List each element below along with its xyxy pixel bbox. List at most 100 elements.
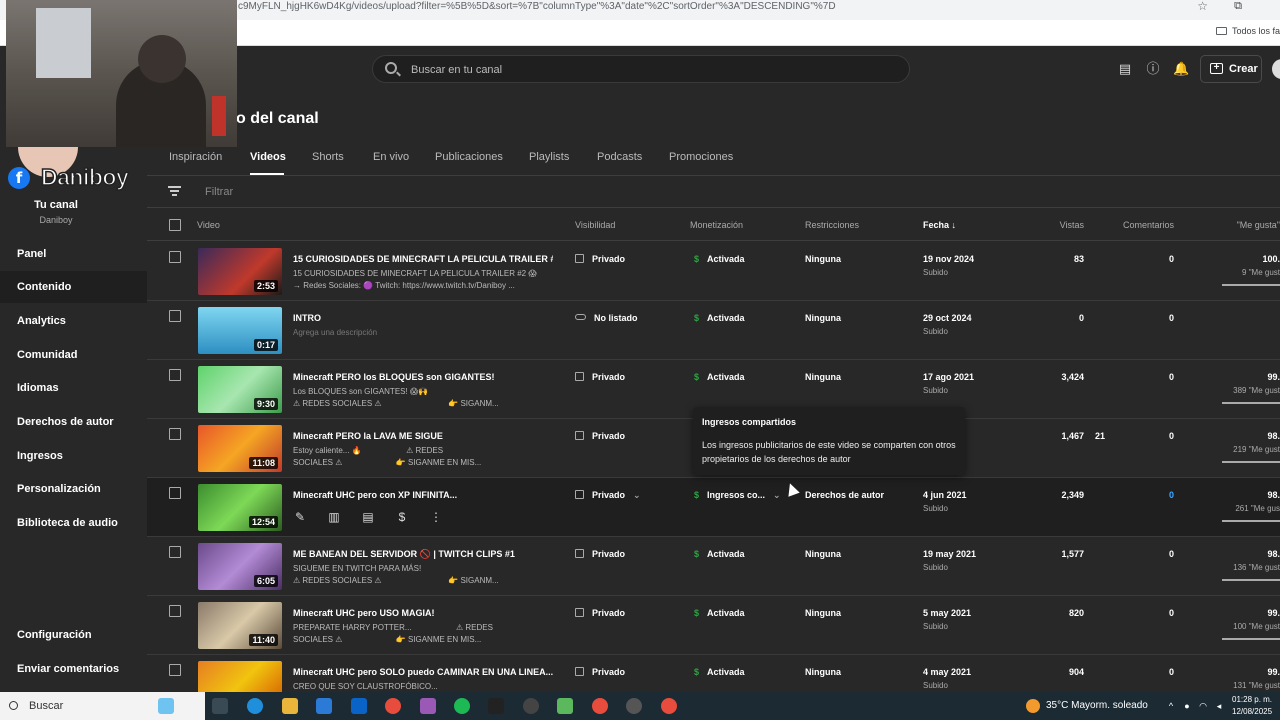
help-icon[interactable]: ⓘ bbox=[1145, 61, 1161, 77]
tab-playlists[interactable]: Playlists bbox=[529, 151, 569, 163]
chevron-down-icon[interactable]: ⌄ bbox=[773, 490, 781, 500]
col-views[interactable]: Vistas bbox=[1027, 220, 1084, 230]
widget-icon[interactable] bbox=[158, 698, 174, 714]
monetization-cell[interactable]: $ Ingresos co... ⌄ bbox=[694, 490, 781, 501]
minecraft-icon[interactable] bbox=[557, 698, 573, 714]
video-thumbnail[interactable]: 12:54 bbox=[198, 484, 282, 531]
monetization-cell[interactable]: $ Activada bbox=[694, 372, 745, 382]
sidebar-item-settings[interactable]: Configuración bbox=[0, 619, 147, 651]
tab-promotions[interactable]: Promociones bbox=[669, 151, 733, 163]
visibility-cell[interactable]: Privado bbox=[575, 608, 625, 618]
edit-pencil-icon[interactable]: ✎ bbox=[293, 510, 307, 524]
sidebar-item-earn[interactable]: Ingresos bbox=[0, 440, 147, 472]
visibility-cell[interactable]: Privado bbox=[575, 667, 625, 677]
video-title[interactable]: Minecraft PERO la LAVA ME SIGUE bbox=[293, 431, 553, 441]
video-thumbnail[interactable]: 9:30 bbox=[198, 366, 282, 413]
row-checkbox[interactable] bbox=[169, 664, 181, 676]
monetization-cell[interactable]: $ Activada bbox=[694, 667, 745, 677]
tab-podcasts[interactable]: Podcasts bbox=[597, 151, 642, 163]
row-checkbox[interactable] bbox=[169, 605, 181, 617]
monetization-icon[interactable]: $ bbox=[395, 510, 409, 524]
visibility-cell[interactable]: No listado bbox=[575, 313, 638, 323]
table-row[interactable]: 11:40 Minecraft UHC pero USO MAGIA! PREP… bbox=[147, 596, 1280, 655]
col-likes[interactable]: "Me gusta" bbox=[1207, 220, 1280, 230]
microphone-icon[interactable]: ● bbox=[1182, 701, 1192, 711]
video-thumbnail[interactable]: 0:17 bbox=[198, 307, 282, 354]
search-input[interactable] bbox=[411, 61, 891, 78]
video-title[interactable]: Minecraft UHC pero USO MAGIA! bbox=[293, 608, 553, 618]
row-checkbox[interactable] bbox=[169, 428, 181, 440]
monetization-cell[interactable]: $ Activada bbox=[694, 608, 745, 618]
sidebar-item-analytics[interactable]: Analytics bbox=[0, 305, 147, 337]
sidebar-item-copyright[interactable]: Derechos de autor bbox=[0, 406, 147, 438]
extensions-icon[interactable]: ⧉ bbox=[1234, 0, 1242, 13]
channel-banner-logo[interactable]: f Daniboy bbox=[8, 147, 143, 192]
settings-gear-icon[interactable] bbox=[626, 698, 642, 714]
chrome-active-icon[interactable] bbox=[592, 698, 608, 714]
tray-chevron-icon[interactable]: ^ bbox=[1166, 701, 1176, 711]
tab-videos[interactable]: Videos bbox=[250, 151, 286, 163]
channel-search[interactable] bbox=[372, 55, 910, 83]
system-clock[interactable]: 01:28 p. m. 12/08/2025 bbox=[1232, 694, 1272, 718]
table-row[interactable]: Minecraft UHC pero SOLO puedo CAMINAR EN… bbox=[147, 655, 1280, 692]
sidebar-item-audio-library[interactable]: Biblioteca de audio bbox=[0, 507, 147, 539]
spotify-icon[interactable] bbox=[454, 698, 470, 714]
sidebar-item-panel[interactable]: Panel bbox=[0, 238, 147, 270]
edge-icon[interactable] bbox=[247, 698, 263, 714]
weather-widget[interactable]: 35°C Mayorm. soleado bbox=[1026, 692, 1148, 720]
captions-icon[interactable]: ▤ bbox=[1117, 61, 1133, 77]
filter-icon[interactable] bbox=[168, 186, 181, 197]
analytics-icon[interactable]: ▥ bbox=[327, 510, 341, 524]
chrome-icon[interactable] bbox=[385, 698, 401, 714]
create-button[interactable]: + Crear bbox=[1200, 55, 1262, 83]
copilot-icon[interactable] bbox=[420, 698, 436, 714]
row-checkbox[interactable] bbox=[169, 487, 181, 499]
obs-icon[interactable] bbox=[523, 698, 539, 714]
table-row[interactable]: 0:17 INTRO Agrega una descripción No lis… bbox=[147, 301, 1280, 360]
visibility-cell[interactable]: Privado bbox=[575, 431, 625, 441]
store-icon[interactable] bbox=[316, 698, 332, 714]
sidebar-item-feedback[interactable]: Enviar comentarios bbox=[0, 653, 147, 685]
video-title[interactable]: Minecraft UHC pero SOLO puedo CAMINAR EN… bbox=[293, 667, 553, 677]
outlook-icon[interactable] bbox=[351, 698, 367, 714]
bookmarks-folder[interactable]: Todos los fa bbox=[1215, 26, 1280, 36]
row-checkbox[interactable] bbox=[169, 369, 181, 381]
comments-value[interactable]: 0 bbox=[1127, 490, 1174, 500]
tab-inspiration[interactable]: Inspiración bbox=[169, 151, 222, 163]
visibility-cell[interactable]: Privado bbox=[575, 549, 625, 559]
video-title[interactable]: Minecraft UHC pero con XP INFINITA... bbox=[293, 490, 553, 500]
table-row[interactable]: 2:53 15 CURIOSIDADES DE MINECRAFT LA PEL… bbox=[147, 242, 1280, 301]
tab-shorts[interactable]: Shorts bbox=[312, 151, 344, 163]
sidebar-item-customization[interactable]: Personalización bbox=[0, 473, 147, 505]
video-title[interactable]: Minecraft PERO los BLOQUES son GIGANTES! bbox=[293, 372, 553, 382]
video-title[interactable]: INTRO bbox=[293, 313, 553, 323]
monetization-cell[interactable]: $ Activada bbox=[694, 549, 745, 559]
select-all-checkbox[interactable] bbox=[169, 219, 181, 231]
volume-icon[interactable]: ◂ bbox=[1214, 701, 1224, 711]
sidebar-item-content[interactable]: Contenido bbox=[0, 271, 147, 303]
row-checkbox[interactable] bbox=[169, 310, 181, 322]
video-thumbnail[interactable]: 6:05 bbox=[198, 543, 282, 590]
bookmark-star-icon[interactable]: ☆ bbox=[1197, 0, 1208, 13]
col-comments[interactable]: Comentarios bbox=[1107, 220, 1174, 230]
sidebar-item-languages[interactable]: Idiomas bbox=[0, 372, 147, 404]
task-view-icon[interactable] bbox=[212, 698, 228, 714]
video-title[interactable]: 15 CURIOSIDADES DE MINECRAFT LA PELICULA… bbox=[293, 254, 553, 264]
wifi-icon[interactable]: ◠ bbox=[1198, 701, 1208, 711]
row-checkbox[interactable] bbox=[169, 251, 181, 263]
col-date[interactable]: Fecha ↓ bbox=[923, 220, 956, 230]
account-avatar[interactable] bbox=[1272, 59, 1280, 79]
capcut-icon[interactable] bbox=[488, 698, 504, 714]
taskbar-search[interactable]: Buscar bbox=[0, 692, 205, 720]
restrictions-value[interactable]: Derechos de autor bbox=[805, 490, 884, 500]
filter-input[interactable] bbox=[205, 184, 505, 200]
video-thumbnail[interactable]: 11:40 bbox=[198, 602, 282, 649]
notifications-bell-icon[interactable]: 🔔 bbox=[1173, 61, 1189, 77]
video-thumbnail[interactable] bbox=[198, 661, 282, 692]
video-thumbnail[interactable]: 11:08 bbox=[198, 425, 282, 472]
visibility-cell[interactable]: Privado bbox=[575, 254, 625, 264]
comments-icon[interactable]: ▤ bbox=[361, 510, 375, 524]
table-row[interactable]: 12:54 Minecraft UHC pero con XP INFINITA… bbox=[147, 478, 1280, 537]
sidebar-item-community[interactable]: Comunidad bbox=[0, 339, 147, 371]
chrome-profile-icon[interactable] bbox=[661, 698, 677, 714]
